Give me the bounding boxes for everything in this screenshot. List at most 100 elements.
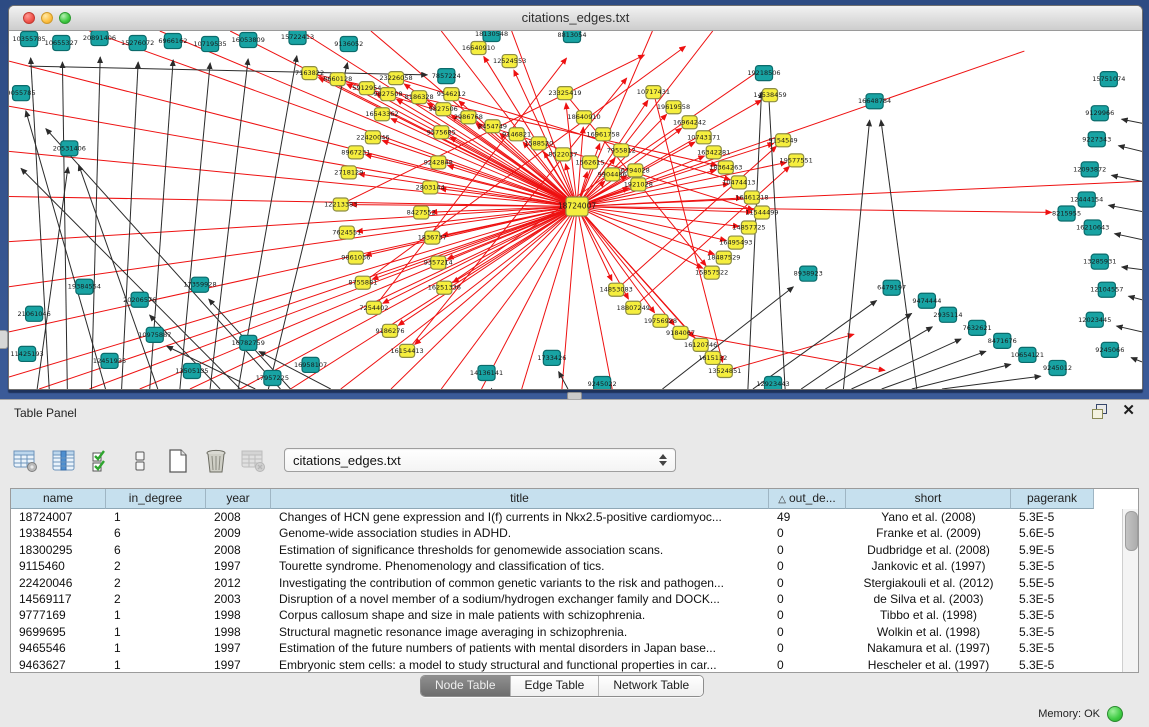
network-node[interactable]: 12524553: [493, 55, 526, 68]
network-node[interactable]: 14136141: [470, 365, 503, 380]
column-header-out_de[interactable]: △out_de...: [769, 489, 846, 509]
network-node[interactable]: 9055785: [9, 86, 36, 101]
network-node[interactable]: 16640910: [462, 42, 495, 55]
network-node[interactable]: 19756928: [644, 314, 677, 327]
network-node[interactable]: 16495493: [719, 236, 752, 249]
network-node[interactable]: 13524851: [708, 364, 741, 377]
column-header-year[interactable]: year: [206, 489, 271, 509]
network-node[interactable]: 16210643: [1076, 220, 1109, 235]
new-column-button[interactable]: [164, 447, 192, 475]
network-node[interactable]: 12444154: [1070, 192, 1103, 207]
network-node[interactable]: 16958107: [294, 357, 327, 372]
column-header-short[interactable]: short: [846, 489, 1011, 509]
delete-columns-button[interactable]: [202, 447, 230, 475]
network-node[interactable]: 16120746: [684, 338, 717, 351]
network-node[interactable]: 1615132: [698, 351, 727, 364]
network-node[interactable]: 15857522: [695, 266, 728, 279]
table-mode-button[interactable]: [12, 447, 40, 475]
network-node[interactable]: 13505135: [175, 363, 208, 378]
table-row[interactable]: 2242004622012Investigating the contribut…: [11, 575, 1122, 591]
scrollbar-thumb[interactable]: [1125, 511, 1138, 551]
network-node[interactable]: 8660128: [323, 73, 352, 86]
network-window-titlebar[interactable]: citations_edges.txt: [9, 6, 1142, 31]
network-node[interactable]: 6966162: [158, 34, 187, 49]
tab-edge-table[interactable]: Edge Table: [511, 676, 600, 696]
network-node[interactable]: 12023445: [1078, 312, 1111, 327]
table-row[interactable]: 1872400712008Changes of HCN gene express…: [11, 509, 1122, 525]
show-column-button[interactable]: [50, 447, 78, 475]
network-node[interactable]: 16461218: [735, 191, 768, 204]
collapse-panel-handle[interactable]: [0, 330, 8, 349]
float-window-icon[interactable]: [1092, 404, 1108, 418]
network-node[interactable]: 18807249: [617, 301, 650, 314]
network-node[interactable]: 9861036: [341, 251, 370, 264]
rows-button[interactable]: [126, 447, 154, 475]
network-node[interactable]: 17957225: [256, 370, 289, 385]
network-node[interactable]: 20531406: [53, 141, 86, 156]
column-header-pagerank[interactable]: pagerank: [1011, 489, 1094, 509]
network-node[interactable]: 17359928: [183, 277, 216, 292]
tab-network-table[interactable]: Network Table: [599, 676, 703, 696]
network-node[interactable]: 8755881: [348, 276, 377, 289]
network-node[interactable]: 19384554: [68, 279, 101, 294]
network-node[interactable]: 9184067: [666, 326, 695, 339]
network-node[interactable]: 9242848: [424, 156, 453, 169]
network-node[interactable]: 15722413: [281, 31, 314, 45]
network-node[interactable]: 10655327: [45, 36, 78, 51]
table-row[interactable]: 1456911722003Disruption of a novel membe…: [11, 591, 1122, 607]
network-node[interactable]: 10743171: [687, 131, 720, 144]
network-node[interactable]: 16543362: [365, 108, 398, 121]
close-icon[interactable]: ✕: [1122, 404, 1135, 418]
memory-status-icon[interactable]: [1107, 706, 1123, 722]
network-node[interactable]: 12451935: [93, 353, 126, 368]
network-node[interactable]: 9136052: [334, 37, 363, 52]
network-node[interactable]: 1733426: [537, 350, 566, 365]
network-node[interactable]: 14853083: [600, 283, 633, 296]
network-node[interactable]: 6479197: [877, 280, 906, 295]
network-node[interactable]: 18487529: [707, 251, 740, 264]
network-node[interactable]: 10717431: [637, 86, 670, 99]
network-node[interactable]: 8938923: [794, 266, 823, 281]
table-row[interactable]: 946554611997Estimation of the future num…: [11, 640, 1122, 656]
table-row[interactable]: 911546021997Tourette syndrome. Phenomeno…: [11, 558, 1122, 574]
network-node[interactable]: 16648784: [858, 94, 891, 109]
network-node[interactable]: 16251336: [428, 281, 461, 294]
network-node[interactable]: 2935114: [933, 307, 962, 322]
network-node[interactable]: 19218506: [747, 66, 780, 81]
network-node[interactable]: 10719535: [193, 37, 226, 52]
network-node[interactable]: 12104557: [1090, 282, 1123, 297]
network-node[interactable]: 19619558: [657, 101, 690, 114]
network-node[interactable]: 10654121: [1011, 347, 1044, 362]
table-row[interactable]: 1830029562008Estimation of significance …: [11, 542, 1122, 558]
network-node[interactable]: 11544499: [745, 206, 778, 219]
table-row[interactable]: 977716911998Corpus callosum shape and si…: [11, 607, 1122, 623]
network-node[interactable]: 22420046: [356, 131, 389, 144]
table-row[interactable]: 946362711997Embryonic stem cells: a mode…: [11, 657, 1122, 672]
network-node[interactable]: 10355785: [12, 32, 45, 47]
tab-node-table[interactable]: Node Table: [421, 676, 511, 696]
network-node[interactable]: 16961758: [587, 128, 620, 141]
network-node[interactable]: 23325419: [548, 87, 581, 100]
network-node[interactable]: 7632621: [963, 320, 992, 335]
network-node[interactable]: 9227343: [1082, 132, 1111, 147]
network-node[interactable]: 14857725: [732, 221, 765, 234]
select-columns-button[interactable]: [88, 447, 116, 475]
network-node[interactable]: 8967231: [341, 146, 370, 159]
network-node[interactable]: 15276072: [121, 36, 154, 51]
network-node[interactable]: 12213383: [324, 198, 357, 211]
table-row[interactable]: 1938455462009Genome-wide association stu…: [11, 525, 1122, 541]
network-node[interactable]: 9474444: [912, 293, 941, 308]
network-node[interactable]: 7857224: [432, 69, 461, 84]
network-node[interactable]: 2803144: [416, 181, 445, 194]
network-node[interactable]: 7254402: [359, 301, 388, 314]
network-node[interactable]: 23226058: [379, 72, 412, 85]
network-node[interactable]: 19577551: [780, 154, 813, 167]
network-node[interactable]: 12093872: [1073, 162, 1106, 177]
table-row[interactable]: 969969511998Structural magnetic resonanc…: [11, 624, 1122, 640]
table-select-dropdown[interactable]: citations_edges.txt: [284, 448, 676, 472]
network-node[interactable]: 13285931: [1083, 254, 1116, 269]
network-node[interactable]: 20891406: [83, 31, 116, 46]
network-node[interactable]: 9245066: [1095, 342, 1124, 357]
network-node[interactable]: 18640910: [567, 111, 600, 124]
network-node[interactable]: 9546212: [437, 88, 466, 101]
